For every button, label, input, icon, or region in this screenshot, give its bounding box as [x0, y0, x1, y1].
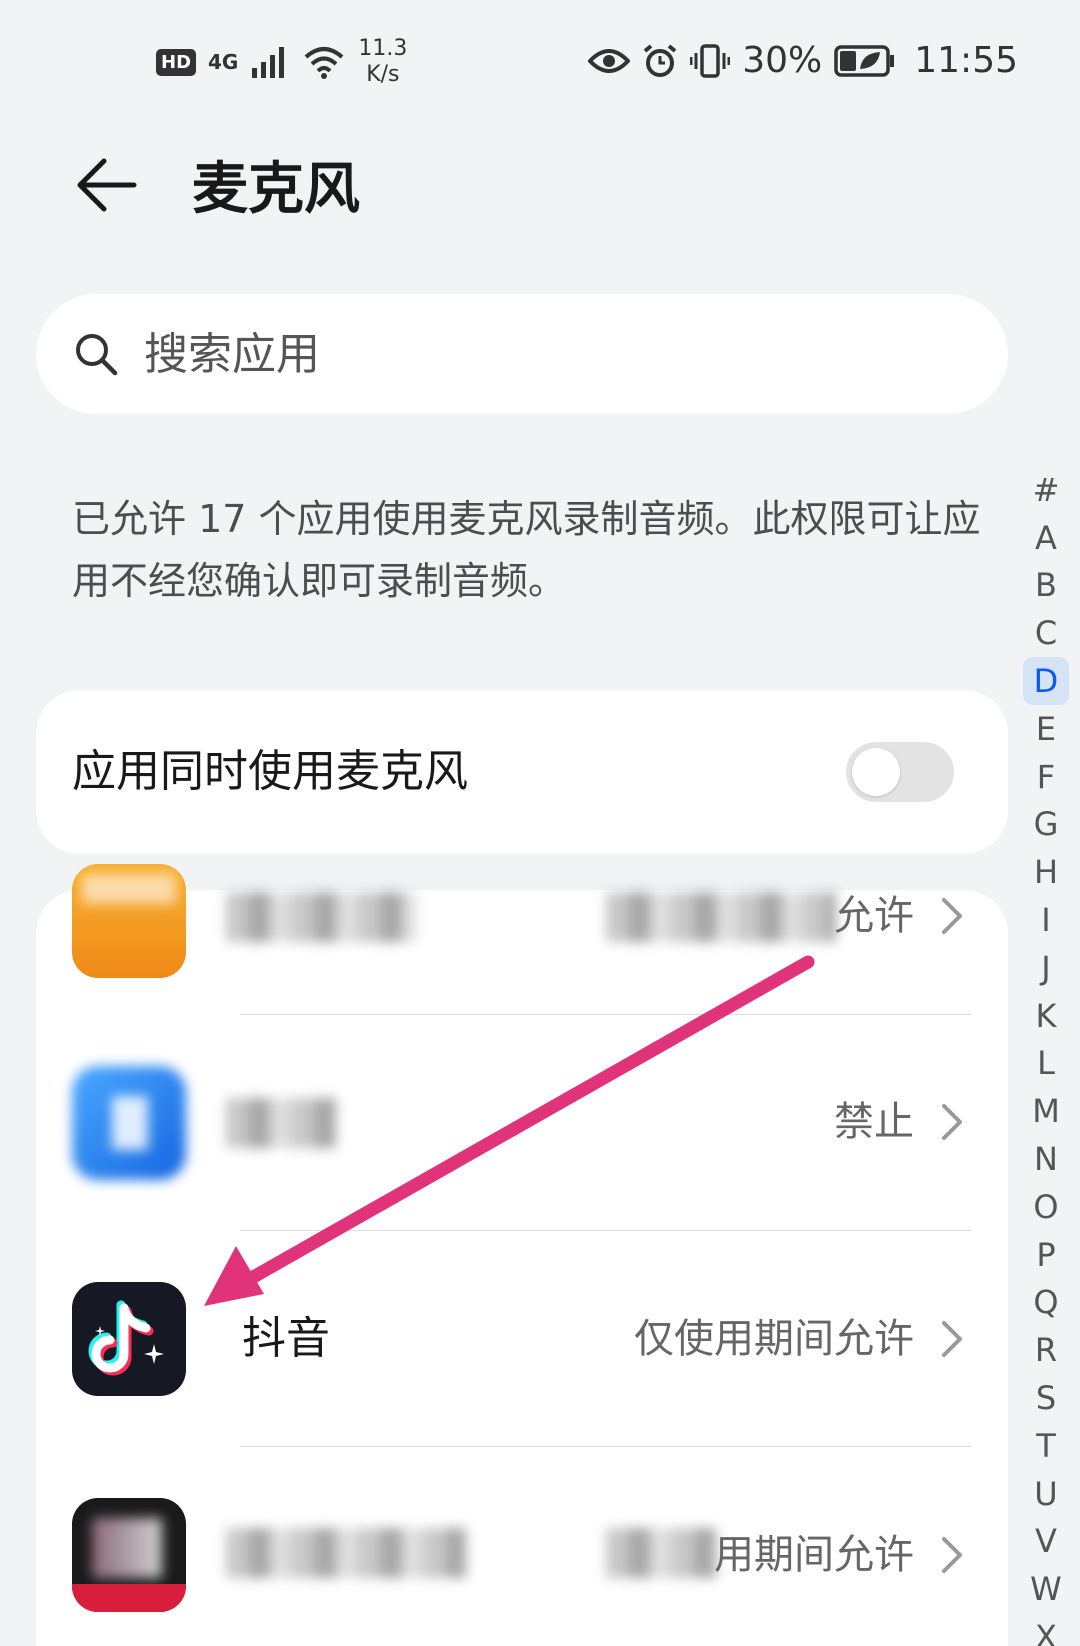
alpha-letter[interactable]: J	[1023, 944, 1069, 992]
screen: HD 4G 11.3 K/s 30% 11:55 麦克风 搜索应用 已允许 17…	[0, 0, 1080, 1646]
alpha-letter[interactable]: N	[1023, 1135, 1069, 1183]
app-row[interactable]: 允许	[36, 814, 1008, 1030]
battery-icon	[834, 44, 895, 77]
dark-app-icon	[72, 1498, 186, 1612]
alpha-letter[interactable]: #	[1023, 466, 1069, 514]
eye-icon	[588, 48, 631, 73]
app-name-redacted	[226, 892, 416, 942]
alpha-letter[interactable]: G	[1023, 801, 1069, 849]
app-status-redacted	[606, 1528, 716, 1578]
app-row-douyin[interactable]: 抖音 仅使用期间允许	[36, 1230, 1008, 1446]
app-row[interactable]: 禁止	[36, 1014, 1008, 1230]
alpha-letter[interactable]: O	[1023, 1183, 1069, 1231]
app-status: 允许	[834, 893, 914, 939]
alpha-letter[interactable]: E	[1023, 705, 1069, 753]
app-name-redacted	[226, 1528, 466, 1578]
alarm-icon	[643, 43, 677, 77]
search-input[interactable]	[144, 294, 964, 414]
alpha-letter[interactable]: H	[1023, 848, 1069, 896]
app-status: 用期间允许	[714, 1532, 914, 1578]
app-list: 允许 禁止 抖音 仅使用期间允许 用期间允许	[36, 864, 1008, 1646]
permission-description: 已允许 17 个应用使用麦克风录制音频。此权限可让应用不经您确认即可录制音频。	[72, 497, 981, 603]
alpha-letter[interactable]: K	[1023, 992, 1069, 1040]
network-speed: 11.3 K/s	[358, 36, 407, 88]
alpha-letter[interactable]: B	[1023, 562, 1069, 610]
speed-unit: K/s	[366, 62, 400, 87]
orange-app-icon	[72, 864, 186, 978]
alpha-letter[interactable]: Q	[1023, 1279, 1069, 1327]
status-right: 30% 11:55	[588, 40, 1018, 81]
alphabet-index[interactable]: # A B C D E F G H I J K L M N O P Q R S T U V W X	[1020, 466, 1072, 1646]
switch-knob	[852, 748, 900, 796]
chevron-right-icon	[942, 1104, 962, 1140]
app-name: 抖音	[242, 1313, 330, 1364]
alpha-letter[interactable]: A	[1023, 514, 1069, 562]
alpha-letter[interactable]: T	[1023, 1422, 1069, 1470]
douyin-icon	[72, 1282, 186, 1396]
app-status: 仅使用期间允许	[634, 1316, 914, 1362]
alpha-letter[interactable]: S	[1023, 1374, 1069, 1422]
app-name-redacted	[226, 1098, 336, 1148]
app-status: 禁止	[834, 1099, 914, 1145]
alpha-letter[interactable]: P	[1023, 1231, 1069, 1279]
app-status-redacted	[606, 892, 836, 942]
clock: 11:55	[914, 40, 1018, 81]
search-icon	[76, 334, 118, 376]
status-left: HD 4G 11.3 K/s	[156, 36, 407, 88]
alpha-letter[interactable]: U	[1023, 1470, 1069, 1518]
alpha-letter[interactable]: C	[1023, 609, 1069, 657]
search-bar[interactable]	[36, 294, 1008, 414]
alpha-letter[interactable]: D	[1023, 657, 1069, 705]
hd-badge: HD	[156, 48, 197, 76]
blue-app-icon	[72, 1066, 186, 1180]
network-type: 4G	[208, 50, 239, 74]
back-arrow-icon[interactable]	[72, 150, 142, 220]
page-title: 麦克风	[192, 157, 360, 222]
chevron-right-icon	[942, 1537, 962, 1573]
alpha-letter[interactable]: I	[1023, 896, 1069, 944]
status-bar: HD 4G 11.3 K/s 30% 11:55	[0, 0, 1080, 130]
alpha-letter[interactable]: F	[1023, 753, 1069, 801]
app-row[interactable]: 用期间允许	[36, 1446, 1008, 1646]
vibrate-icon	[690, 43, 731, 78]
battery-percent: 30%	[742, 40, 823, 81]
chevron-right-icon	[942, 1321, 962, 1357]
speed-value: 11.3	[358, 36, 408, 61]
alpha-letter[interactable]: W	[1023, 1565, 1069, 1613]
alpha-letter[interactable]: L	[1023, 1040, 1069, 1088]
alpha-letter[interactable]: R	[1023, 1326, 1069, 1374]
chevron-right-icon	[942, 898, 962, 934]
concurrent-mic-switch[interactable]	[846, 742, 954, 802]
signal-icon	[252, 47, 285, 78]
alpha-letter[interactable]: X	[1023, 1613, 1069, 1646]
alpha-letter[interactable]: V	[1023, 1518, 1069, 1566]
alpha-letter[interactable]: M	[1023, 1087, 1069, 1135]
wifi-icon	[305, 47, 344, 79]
